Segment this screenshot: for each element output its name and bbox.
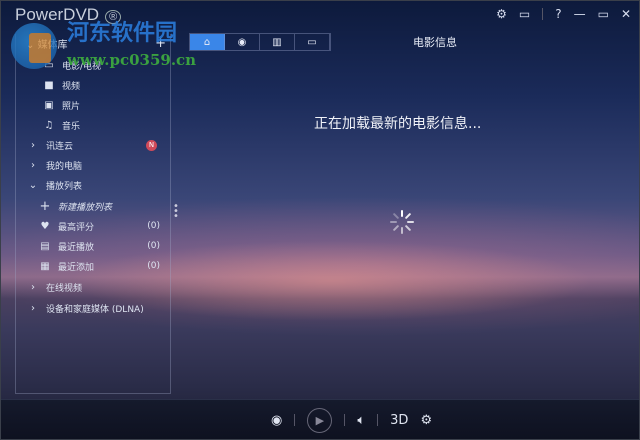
- chevron-right-icon: ›: [31, 281, 35, 293]
- add-button[interactable]: +: [155, 36, 166, 51]
- sidebar-item-music[interactable]: ♫ 音乐: [42, 116, 166, 134]
- sidebar-item-dlna[interactable]: › 设备和家庭媒体 (DLNA): [26, 299, 176, 317]
- media-library-label: 媒体库: [37, 40, 68, 51]
- movie-tv-icon: ▭: [44, 59, 54, 71]
- item-label: 设备和家庭媒体 (DLNA): [46, 304, 144, 315]
- 3d-button[interactable]: 3D: [390, 413, 408, 428]
- powerdvd-window: PowerDVD ® ⚙ ▭ ? — ▭ ✕ ⌄ 媒体库 + ▭ 电影/电视 ■ 视频…: [0, 0, 640, 440]
- sidebar-item-photos[interactable]: ▣ 照片: [42, 96, 166, 114]
- tv-mode-icon[interactable]: ▭: [519, 7, 530, 21]
- divider: [542, 8, 544, 20]
- sidebar-item-recently-played[interactable]: ▤ 最近播放 (0): [38, 237, 160, 255]
- tab-movies[interactable]: ▥: [260, 34, 295, 50]
- film-icon: ▥: [272, 36, 282, 48]
- sidebar-item-recently-added[interactable]: ▦ 最近添加 (0): [38, 257, 160, 275]
- loading-message: 正在加载最新的电影信息...: [314, 116, 482, 132]
- recent-play-icon: ▤: [40, 240, 50, 252]
- page-title: 电影信息: [413, 36, 457, 49]
- help-button[interactable]: ?: [555, 7, 561, 21]
- item-count: (0): [147, 241, 160, 251]
- chevron-right-icon: ›: [31, 159, 35, 171]
- item-label: 电影/电视: [62, 61, 102, 72]
- sidebar-header: ⌄ 媒体库 +: [26, 36, 166, 51]
- item-count: (0): [147, 261, 160, 271]
- item-label: 播放列表: [46, 181, 83, 192]
- item-label: 照片: [62, 101, 81, 112]
- photo-icon: ▣: [44, 99, 54, 111]
- plus-icon: +: [39, 198, 51, 214]
- loading-spinner-icon: [390, 210, 414, 234]
- volume-icon[interactable]: 🔈︎: [357, 413, 365, 428]
- maximize-button[interactable]: ▭: [598, 7, 609, 21]
- play-icon: ▶: [315, 413, 325, 427]
- sidebar-item-movies[interactable]: ▭ 电影/电视: [42, 56, 166, 74]
- chevron-right-icon: ›: [31, 139, 35, 151]
- app-title: PowerDVD ®: [15, 5, 122, 25]
- item-label: 在线视频: [46, 283, 83, 294]
- close-button[interactable]: ✕: [621, 7, 631, 21]
- tab-home[interactable]: ⌂: [190, 34, 225, 50]
- item-label: 我的电脑: [46, 161, 83, 172]
- sidebar-item-online-video[interactable]: › 在线视频: [26, 278, 176, 296]
- item-label: 最高评分: [58, 222, 95, 233]
- view-tabs: ⌂ ◉ ▥ ▭: [189, 33, 331, 51]
- new-playlist-button[interactable]: + 新建播放列表: [38, 197, 166, 215]
- media-library-toggle[interactable]: ⌄ 媒体库: [26, 36, 68, 51]
- home-icon: ⌂: [203, 36, 211, 48]
- divider: [377, 414, 379, 426]
- recent-add-icon: ▦: [40, 260, 50, 272]
- sidebar-item-top-rated[interactable]: ♥ 最高评分 (0): [38, 217, 160, 235]
- divider: [294, 414, 296, 426]
- reg-icon: ®: [105, 10, 122, 24]
- tab-disc[interactable]: ◉: [225, 34, 260, 50]
- eye-view-icon[interactable]: ◉: [271, 413, 282, 428]
- sidebar-item-cloud[interactable]: › 讯连云 N: [26, 136, 157, 154]
- item-label: 讯连云: [46, 141, 74, 152]
- item-label: 新建播放列表: [58, 202, 113, 213]
- tv-icon: ▭: [307, 36, 317, 48]
- playback-bar: ◉ ▶ 🔈︎ 3D ⚙: [1, 399, 639, 439]
- video-camera-icon: ■: [44, 79, 54, 91]
- item-label: 视频: [62, 81, 81, 92]
- window-controls: ⚙ ▭ ? — ▭ ✕: [496, 7, 631, 21]
- settings-icon[interactable]: ⚙: [496, 7, 507, 21]
- disc-icon: ◉: [237, 36, 247, 48]
- play-button[interactable]: ▶: [307, 407, 333, 433]
- chevron-down-icon: ⌄: [28, 179, 38, 191]
- chevron-right-icon: ›: [31, 302, 35, 314]
- sidebar-item-video[interactable]: ■ 视频: [42, 76, 166, 94]
- player-settings-icon[interactable]: ⚙: [420, 413, 432, 428]
- item-label: 最近添加: [58, 262, 95, 273]
- heart-icon: ♥: [40, 220, 50, 232]
- sidebar-item-my-computer[interactable]: › 我的电脑: [26, 156, 176, 174]
- minimize-button[interactable]: —: [574, 7, 586, 21]
- music-icon: ♫: [44, 119, 54, 131]
- item-label: 音乐: [62, 121, 81, 132]
- item-label: 最近播放: [58, 242, 95, 253]
- app-name: PowerDVD: [15, 5, 100, 24]
- divider: [344, 414, 346, 426]
- item-count: (0): [147, 221, 160, 231]
- sidebar: ⌄ 媒体库 + ▭ 电影/电视 ■ 视频 ▣ 照片 ♫ 音乐 › 讯连云 N › 我的电脑 ⌄…: [15, 34, 171, 394]
- sidebar-item-playlists[interactable]: ⌄ 播放列表: [26, 176, 176, 194]
- new-badge: N: [146, 139, 157, 151]
- tab-tv[interactable]: ▭: [295, 34, 330, 50]
- sidebar-resize-handle[interactable]: • • •: [173, 202, 179, 222]
